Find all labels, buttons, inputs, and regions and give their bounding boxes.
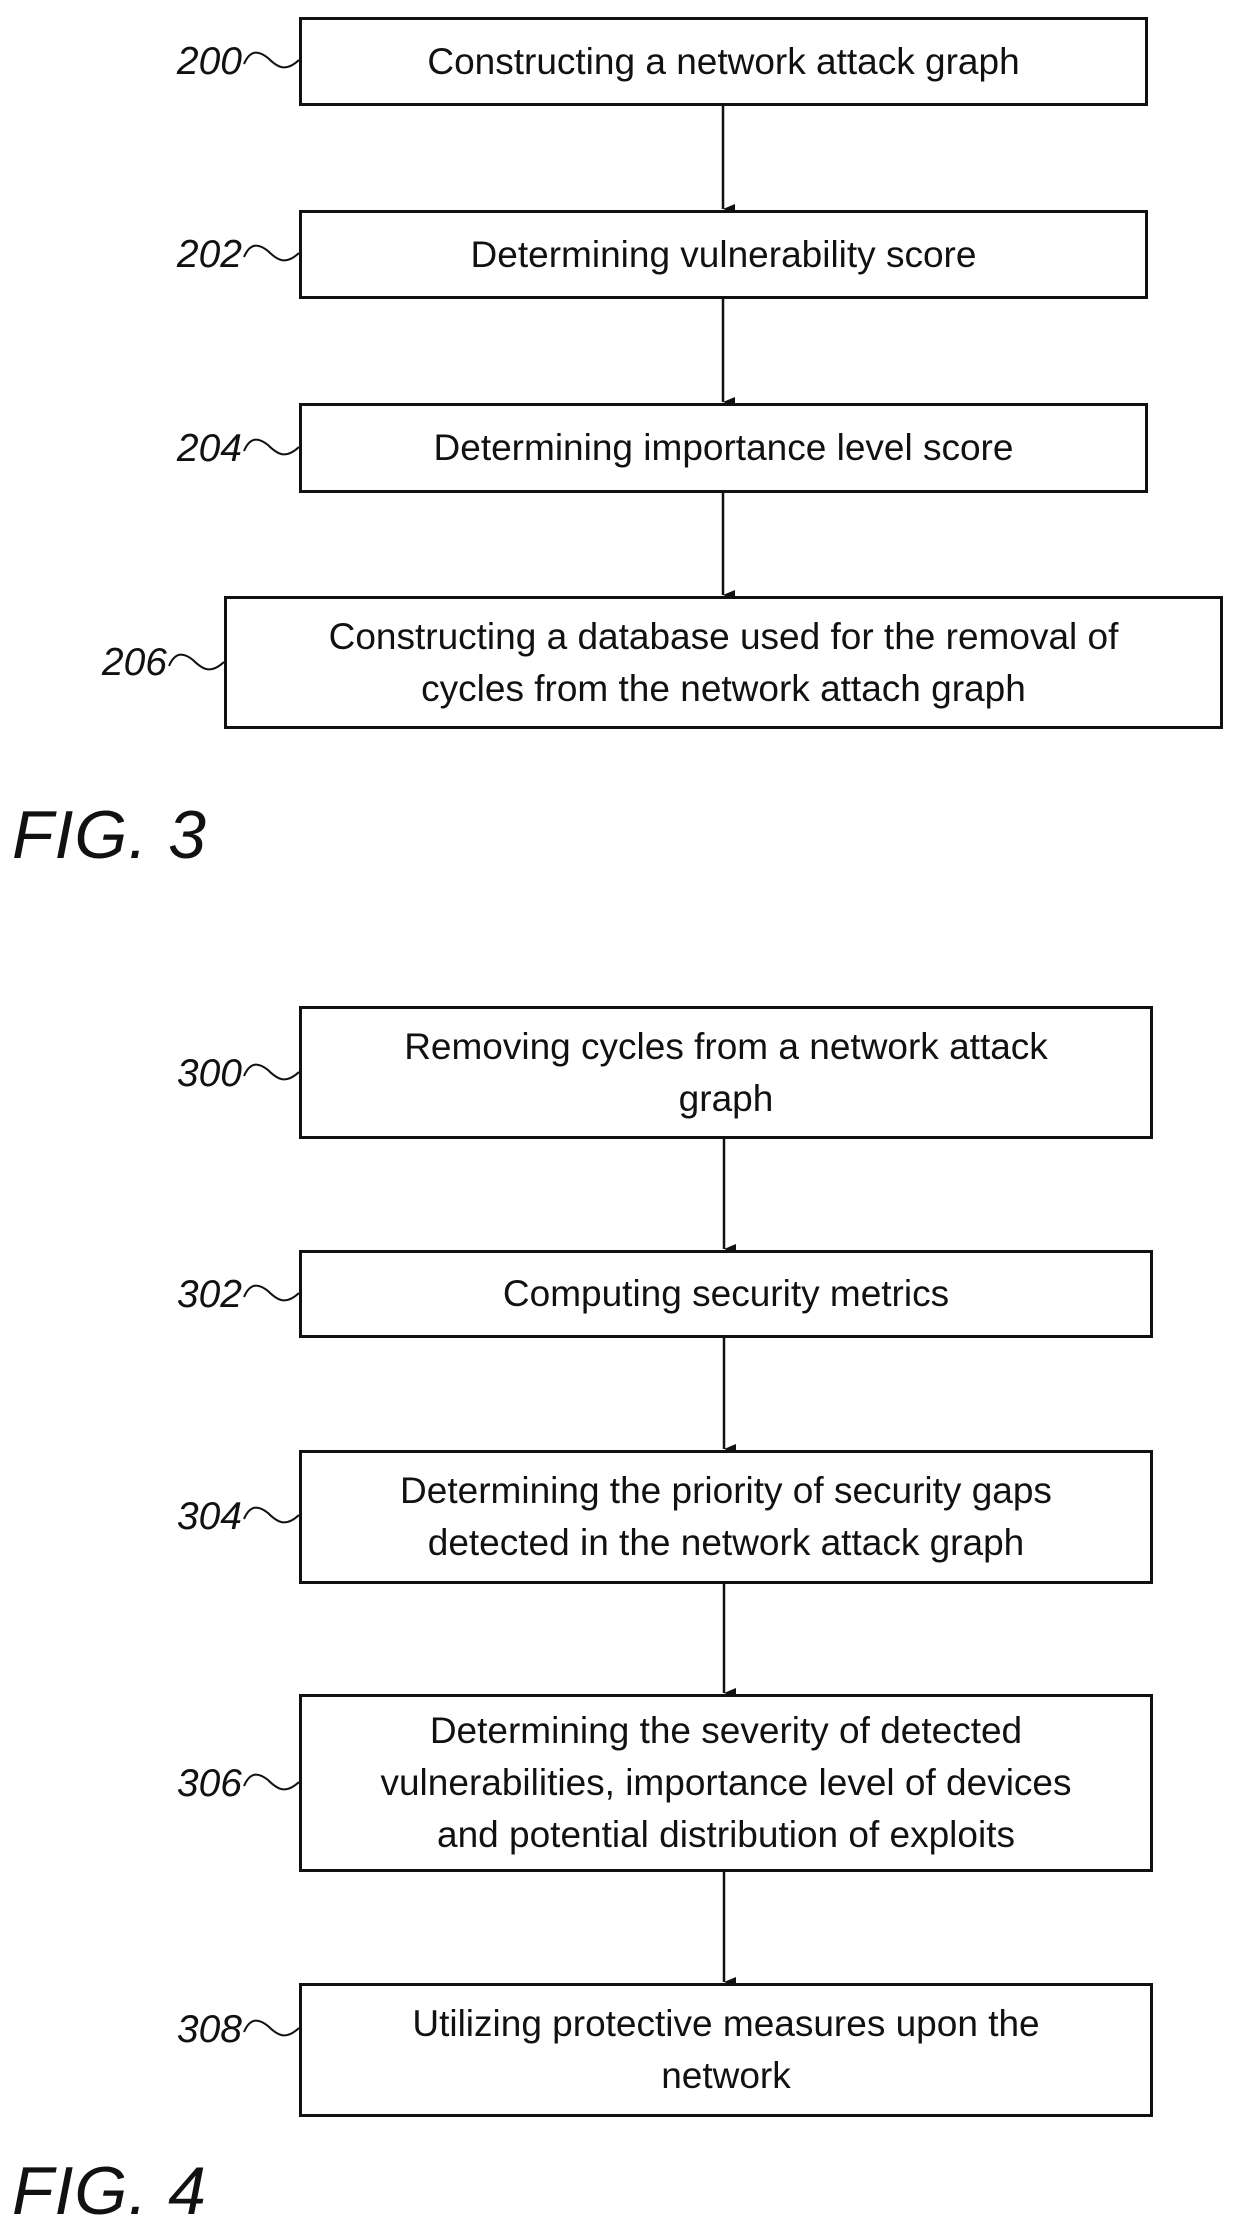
figure-caption-4: FIG. 4 (12, 2153, 207, 2229)
step-text-306: Determining the severity of detected vul… (380, 1710, 1072, 1855)
step-ref-306: 306 (176, 1762, 242, 1805)
step-ref-204: 204 (176, 427, 242, 470)
step-ref-300: 300 (176, 1052, 242, 1095)
step-text-204: Determining importance level score (433, 427, 1014, 468)
step-text-308: Utilizing protective measures upon the n… (412, 2003, 1040, 2096)
figure-caption-3: FIG. 3 (12, 797, 207, 873)
step-box-202: Determining vulnerability score (299, 210, 1148, 299)
step-ref-202: 202 (176, 233, 242, 276)
leader-squiggle-304 (243, 1506, 300, 1524)
step-ref-302: 302 (176, 1273, 242, 1316)
step-ref-308: 308 (176, 2008, 242, 2051)
step-text-302: Computing security metrics (502, 1273, 950, 1314)
leader-squiggle-302 (243, 1284, 300, 1302)
step-box-300: Removing cycles from a network attack gr… (299, 1006, 1153, 1139)
leader-squiggle-300 (243, 1063, 300, 1081)
step-text-202: Determining vulnerability score (470, 233, 977, 275)
leader-squiggle-308 (243, 2019, 300, 2037)
step-box-302: Computing security metrics (299, 1250, 1153, 1338)
step-box-200: Constructing a network attack graph (299, 17, 1148, 106)
step-ref-200: 200 (176, 40, 242, 83)
step-ref-206: 206 (101, 641, 167, 684)
step-box-308: Utilizing protective measures upon the n… (299, 1983, 1153, 2117)
step-box-206: Constructing a database used for the rem… (224, 596, 1223, 729)
step-box-304: Determining the priority of security gap… (299, 1450, 1153, 1584)
step-ref-304: 304 (176, 1495, 242, 1538)
leader-squiggle-204 (243, 438, 300, 456)
step-text-200: Constructing a network attack graph (427, 40, 1020, 82)
leader-squiggle-306 (243, 1773, 300, 1791)
leader-squiggle-206 (168, 653, 225, 671)
step-box-204: Determining importance level score (299, 403, 1148, 493)
step-text-206: Constructing a database used for the rem… (328, 615, 1119, 709)
step-text-300: Removing cycles from a network attack gr… (404, 1025, 1048, 1119)
step-text-304: Determining the priority of security gap… (400, 1470, 1052, 1563)
leader-squiggle-200 (243, 51, 300, 69)
leader-squiggle-202 (243, 244, 300, 262)
step-box-306: Determining the severity of detected vul… (299, 1694, 1153, 1872)
